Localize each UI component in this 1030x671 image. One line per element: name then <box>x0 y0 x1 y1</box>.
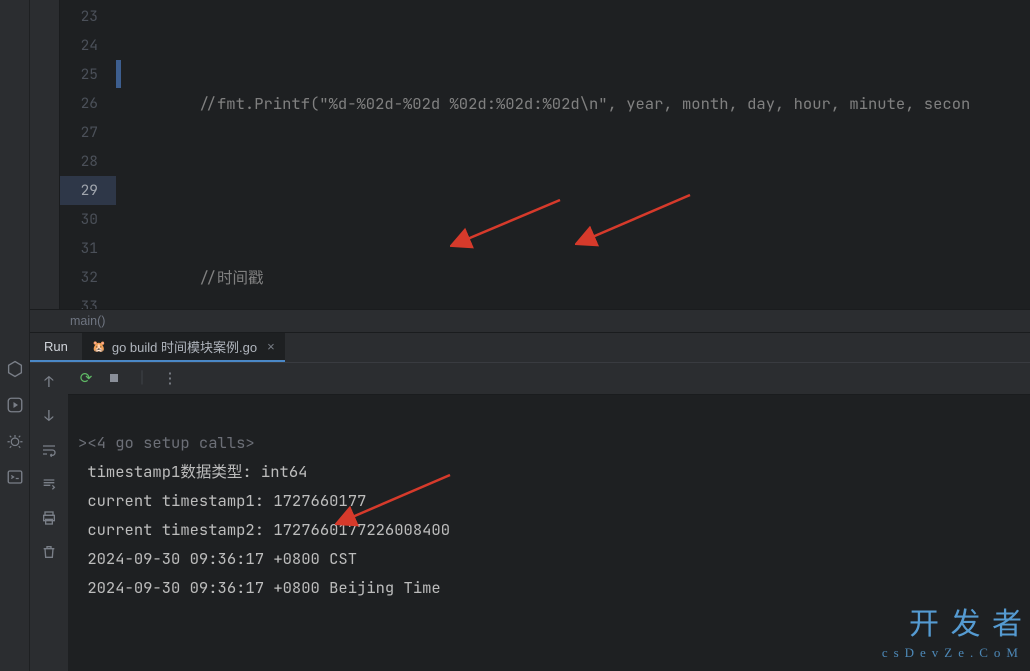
line-number-gutter: 23 24 25 26 27 28 29 30 31 32 33 34 35 <box>60 0 116 309</box>
line-number: 31 <box>60 234 98 263</box>
print-icon[interactable] <box>40 509 58 527</box>
code-line: //fmt.Printf("%d-%02d-%02d %02d:%02d:%02… <box>120 89 1030 118</box>
app-root: › › 23 24 25 26 27 28 29 30 31 32 33 34 … <box>0 0 1030 671</box>
code-column: › › 23 24 25 26 27 28 29 30 31 32 33 34 … <box>30 0 1030 671</box>
go-icon: 🐹 <box>92 339 106 353</box>
code-line: //时间戳 <box>120 263 1030 292</box>
terminal-rail-icon[interactable] <box>6 468 24 486</box>
line-number: 26 <box>60 89 98 118</box>
line-number: 23 <box>60 2 98 31</box>
line-number: 30 <box>60 205 98 234</box>
rerun-icon[interactable]: ⟳ <box>78 370 94 386</box>
line-number-current: 29 <box>60 176 116 205</box>
run-body: ↑ ↓ ⟳ | ⋮ ><4 go setup calls> timestamp1… <box>30 363 1030 671</box>
editor: › › 23 24 25 26 27 28 29 30 31 32 33 34 … <box>30 0 1030 309</box>
up-icon[interactable]: ↑ <box>40 373 58 391</box>
stop-icon[interactable] <box>106 370 122 386</box>
run-tab[interactable]: Run <box>30 333 82 362</box>
change-marker <box>116 60 121 88</box>
line-number: 27 <box>60 118 98 147</box>
console-output[interactable]: ><4 go setup calls> timestamp1数据类型: int6… <box>68 395 1030 671</box>
line-number: 32 <box>60 263 98 292</box>
breadcrumb[interactable]: main() <box>30 309 1030 333</box>
fold-rail: › › <box>30 0 60 338</box>
divider: | <box>134 370 150 386</box>
run-toolbar-left: ↑ ↓ <box>30 363 68 671</box>
trash-icon[interactable] <box>40 543 58 561</box>
more-icon[interactable]: ⋮ <box>162 370 178 386</box>
console-wrap: ⟳ | ⋮ ><4 go setup calls> timestamp1数据类型… <box>68 363 1030 671</box>
debug-rail-icon[interactable] <box>6 432 24 450</box>
close-icon[interactable]: × <box>267 339 275 354</box>
run-header: Run 🐹 go build 时间模块案例.go × <box>30 333 1030 363</box>
soft-wrap-icon[interactable] <box>40 441 58 459</box>
code-line <box>120 176 1030 205</box>
line-number: 24 <box>60 31 98 60</box>
console-toolbar: ⟳ | ⋮ <box>68 363 1030 395</box>
left-tool-rail <box>0 0 30 671</box>
run-config-label: go build 时间模块案例.go <box>112 337 257 356</box>
run-rail-icon[interactable] <box>6 396 24 414</box>
hexagon-icon[interactable] <box>6 360 24 378</box>
line-number: 25 <box>60 60 98 89</box>
run-config-tab[interactable]: 🐹 go build 时间模块案例.go × <box>82 333 285 362</box>
down-icon[interactable]: ↓ <box>40 407 58 425</box>
scroll-to-end-icon[interactable] <box>40 475 58 493</box>
code-area[interactable]: //fmt.Printf("%d-%02d-%02d %02d:%02d:%02… <box>116 0 1030 309</box>
line-number: 28 <box>60 147 98 176</box>
